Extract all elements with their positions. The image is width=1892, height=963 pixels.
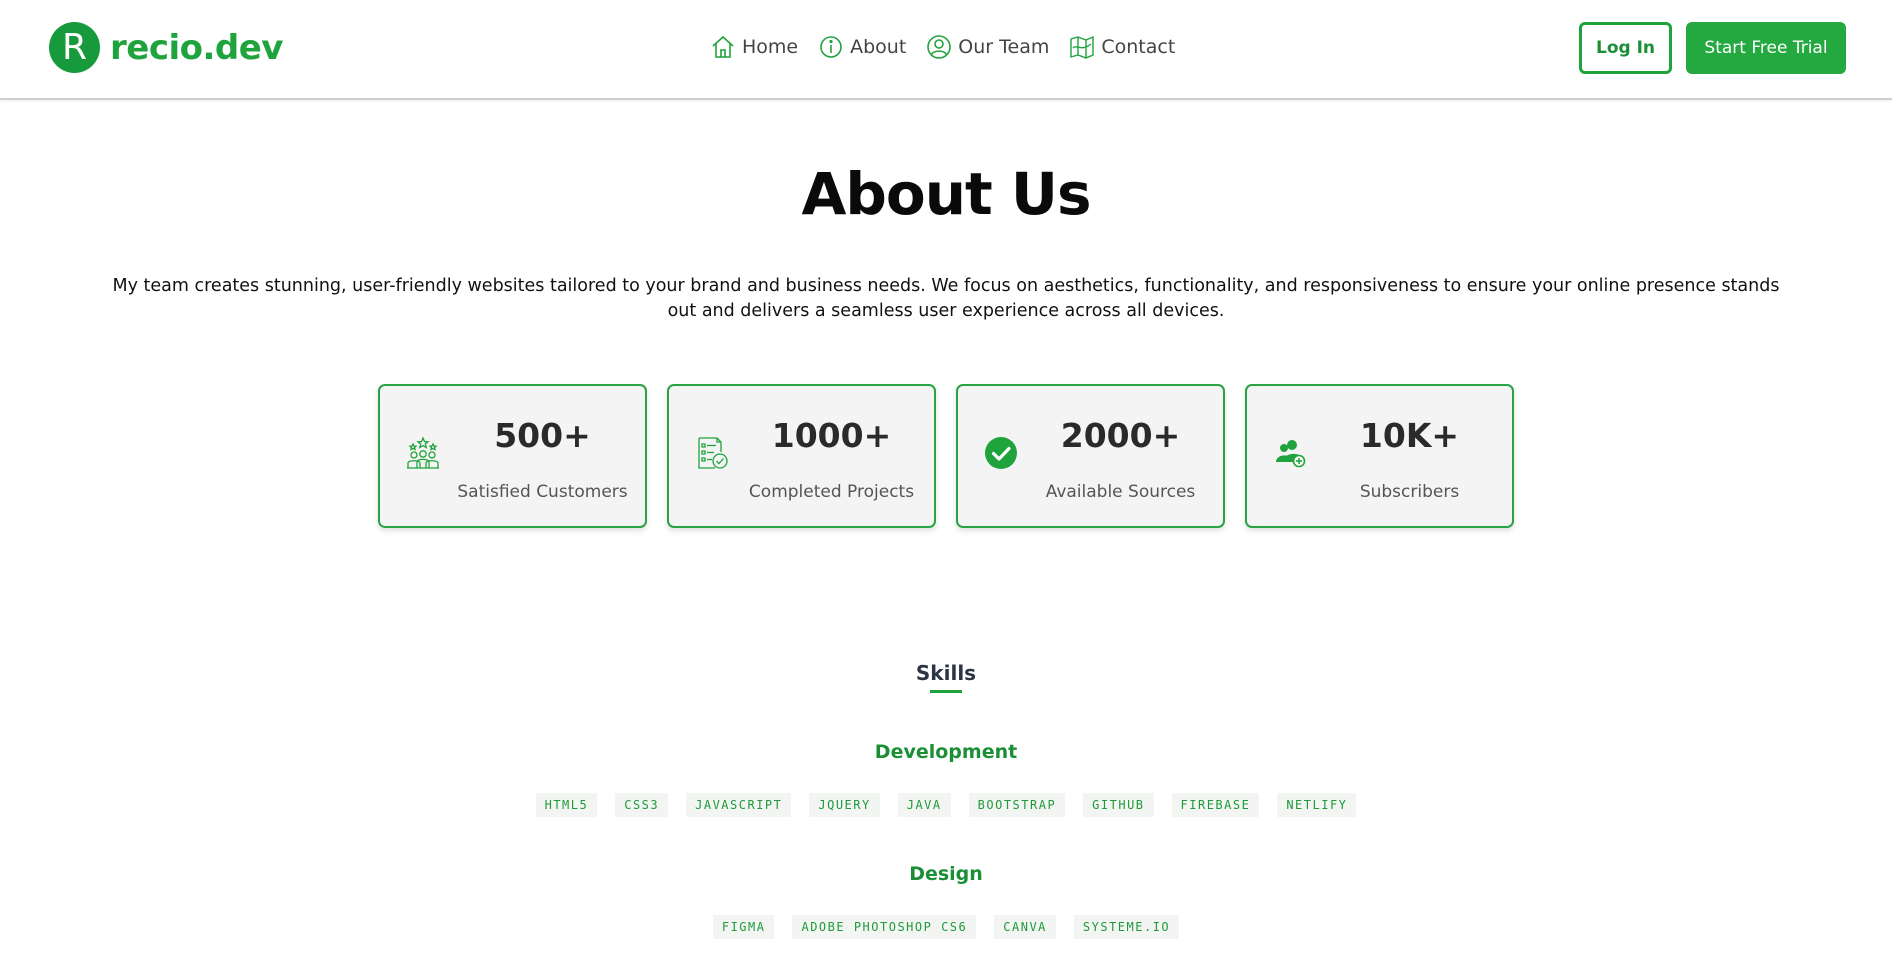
stat-value: 1000+ xyxy=(771,416,892,455)
skill-tag: JQUERY xyxy=(809,793,880,817)
stat-card-subscribers: 10K+ Subscribers xyxy=(1245,384,1514,528)
tag-row-development: HTML5 CSS3 JAVASCRIPT JQUERY JAVA BOOTST… xyxy=(0,793,1892,817)
skill-tag: GITHUB xyxy=(1083,793,1154,817)
skill-tag: JAVASCRIPT xyxy=(686,793,792,817)
about-description: My team creates stunning, user-friendly … xyxy=(112,276,1780,321)
category-title-development: Development xyxy=(874,741,1018,763)
skill-tag: SYSTEME.IO xyxy=(1073,915,1180,939)
stat-label: Completed Projects xyxy=(748,482,915,502)
nav-item-our-team[interactable]: Our Team xyxy=(926,34,1049,60)
check-circle-icon xyxy=(985,437,1017,469)
subscribers-icon xyxy=(1276,440,1306,468)
skill-tag: NETLIFY xyxy=(1277,793,1357,817)
skill-tag: HTML5 xyxy=(535,793,598,817)
nav-label-about: About xyxy=(850,36,907,58)
nav-label-contact: Contact xyxy=(1101,36,1176,58)
site-header: R recio.dev Home About Our Team Contact … xyxy=(0,0,1892,100)
category-title-design: Design xyxy=(909,863,983,885)
stat-label: Available Sources xyxy=(1045,482,1196,502)
stat-value: 2000+ xyxy=(1060,416,1181,455)
stat-value: 500+ xyxy=(494,416,591,455)
start-free-trial-button[interactable]: Start Free Trial xyxy=(1686,22,1846,74)
stat-card-projects: 1000+ Completed Projects xyxy=(667,384,936,528)
stat-value: 10K+ xyxy=(1359,416,1460,455)
nav-item-about[interactable]: About xyxy=(818,34,906,60)
main-nav: Home About Our Team Contact xyxy=(710,34,1195,60)
stat-card-sources: 2000+ Available Sources xyxy=(956,384,1225,528)
login-button[interactable]: Log In xyxy=(1579,22,1672,74)
user-circle-icon xyxy=(927,35,952,59)
home-icon xyxy=(712,35,734,58)
customers-icon xyxy=(407,436,439,469)
nav-label-our-team: Our Team xyxy=(958,36,1050,58)
info-icon xyxy=(820,36,842,58)
brand-name: recio.dev xyxy=(110,27,283,68)
nav-item-contact[interactable]: Contact xyxy=(1069,34,1175,60)
skills-title: Skills xyxy=(915,661,977,685)
skill-tag: ADOBE PHOTOSHOP CS6 xyxy=(792,915,977,939)
logo-mark: R xyxy=(49,22,100,73)
stat-label: Satisfied Customers xyxy=(457,482,628,502)
brand-logo[interactable]: R recio.dev xyxy=(49,22,283,73)
skill-tag: FIREBASE xyxy=(1171,793,1260,817)
page-title: About Us xyxy=(801,160,1091,228)
skills-underline xyxy=(930,690,962,693)
skill-tag: CANVA xyxy=(994,915,1056,939)
skill-tag: FIGMA xyxy=(712,915,775,939)
nav-label-home: Home xyxy=(742,36,799,58)
skill-tag: CSS3 xyxy=(615,793,669,817)
stat-label: Subscribers xyxy=(1359,482,1460,502)
skill-tag: JAVA xyxy=(897,793,951,817)
map-icon xyxy=(1070,35,1095,59)
skill-tag: BOOTSTRAP xyxy=(968,793,1066,817)
nav-item-home[interactable]: Home xyxy=(710,34,798,60)
tag-row-design: FIGMA ADOBE PHOTOSHOP CS6 CANVA SYSTEME.… xyxy=(0,915,1892,939)
stat-card-customers: 500+ Satisfied Customers xyxy=(378,384,647,528)
projects-checklist-icon xyxy=(698,437,728,469)
